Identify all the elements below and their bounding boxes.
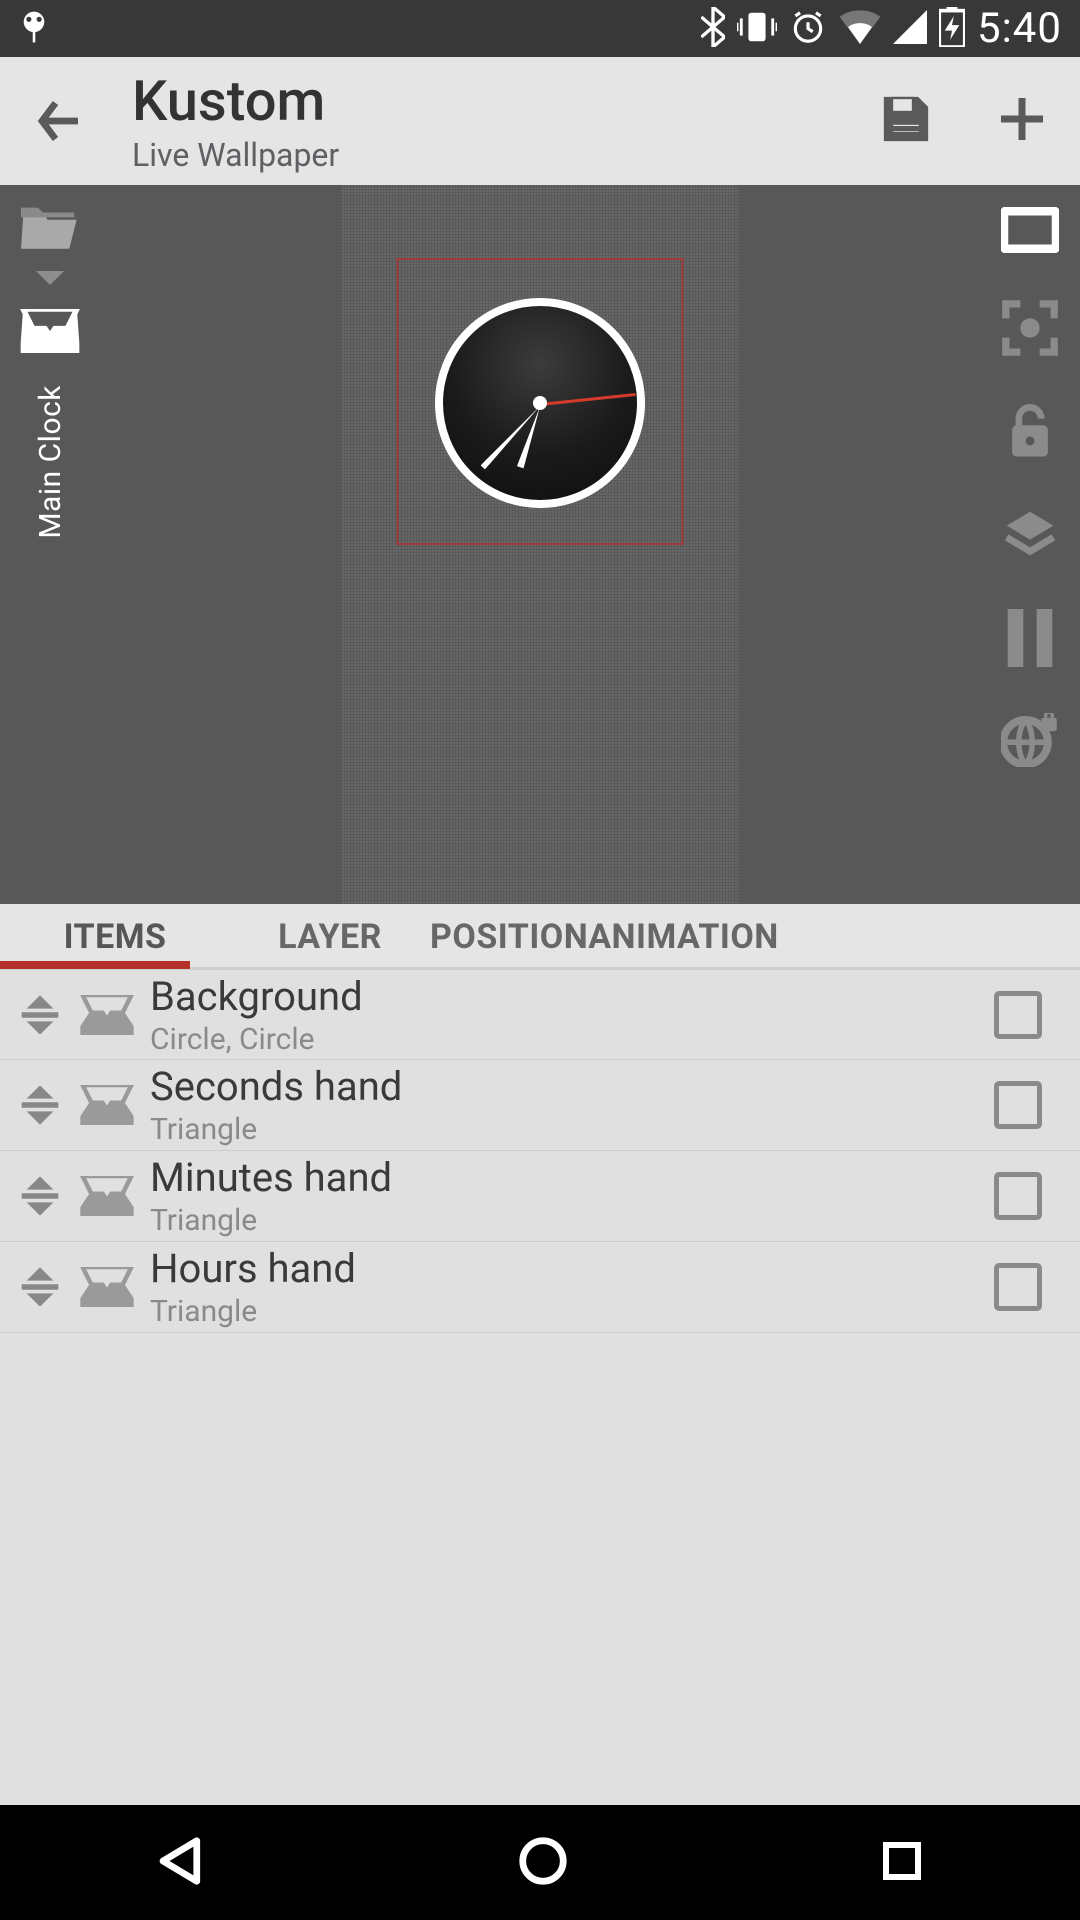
chevron-down-icon[interactable] (36, 271, 64, 291)
checkbox[interactable] (994, 1263, 1042, 1311)
nav-recent-button[interactable] (878, 1837, 926, 1889)
minute-hand (481, 404, 543, 470)
right-rail (980, 185, 1080, 904)
app-subtitle: Live Wallpaper (132, 136, 878, 174)
checkbox[interactable] (994, 1081, 1042, 1129)
open-folder-button[interactable] (21, 205, 79, 253)
pause-button[interactable] (1004, 609, 1056, 671)
wifi-icon (839, 10, 881, 48)
group-icon (74, 1267, 140, 1307)
group-icon[interactable] (20, 309, 80, 357)
list-item[interactable]: Minutes hand Triangle (0, 1151, 1080, 1242)
app-title: Kustom (132, 68, 878, 134)
list-item[interactable]: Background Circle, Circle (0, 969, 1080, 1060)
unlock-button[interactable] (1006, 403, 1054, 465)
save-button[interactable] (878, 91, 934, 151)
sort-handle-icon[interactable] (10, 1082, 70, 1128)
alarm-icon (789, 8, 827, 50)
android-statusbar: 5:40 (0, 0, 1080, 57)
signal-icon (893, 10, 927, 48)
group-icon (74, 1085, 140, 1125)
left-rail: Main Clock (0, 185, 100, 904)
tab-indicator (0, 961, 190, 969)
item-title: Seconds hand (150, 1063, 994, 1110)
breadcrumb-label[interactable]: Main Clock (33, 385, 68, 539)
list-item[interactable]: Hours hand Triangle (0, 1242, 1080, 1333)
focus-button[interactable] (1001, 299, 1059, 361)
back-button[interactable] (30, 91, 90, 151)
tab-items[interactable]: ITEMS (0, 917, 230, 957)
sort-handle-icon[interactable] (10, 992, 70, 1038)
group-icon (74, 1176, 140, 1216)
items-list: Background Circle, Circle Seconds hand T… (0, 969, 1080, 1339)
preview-area: Main Clock (0, 185, 1080, 904)
group-icon (74, 995, 140, 1035)
globe-lock-button[interactable] (1001, 713, 1059, 771)
item-subtitle: Triangle (150, 1203, 994, 1238)
tab-bar: ITEMS LAYER POSITION ANIMATION (0, 904, 1080, 969)
status-time: 5:40 (977, 4, 1062, 53)
checkbox[interactable] (994, 991, 1042, 1039)
android-navbar (0, 1805, 1080, 1920)
item-subtitle: Triangle (150, 1294, 994, 1329)
hour-hand (517, 405, 543, 468)
add-button[interactable] (994, 91, 1050, 151)
item-title: Hours hand (150, 1245, 994, 1292)
wallpaper-background (341, 185, 739, 904)
screen-toggle-button[interactable] (1001, 207, 1059, 257)
battery-charging-icon (939, 7, 965, 51)
checkbox[interactable] (994, 1172, 1042, 1220)
layers-button[interactable] (1002, 507, 1058, 567)
nav-back-button[interactable] (154, 1834, 208, 1892)
tab-animation[interactable]: ANIMATION (588, 917, 779, 957)
app-bar: Kustom Live Wallpaper (0, 57, 1080, 185)
second-hand (540, 393, 636, 406)
canvas[interactable] (100, 185, 980, 904)
clock-widget[interactable] (435, 298, 645, 508)
item-subtitle: Triangle (150, 1112, 994, 1147)
sort-handle-icon[interactable] (10, 1264, 70, 1310)
sort-handle-icon[interactable] (10, 1173, 70, 1219)
list-empty-space (0, 1339, 1080, 1805)
item-subtitle: Circle, Circle (150, 1022, 994, 1057)
item-title: Background (150, 973, 994, 1020)
item-title: Minutes hand (150, 1154, 994, 1201)
tab-layer[interactable]: LAYER (230, 917, 430, 957)
debug-icon (18, 9, 50, 49)
bluetooth-icon (701, 7, 725, 51)
tab-position[interactable]: POSITION (430, 917, 588, 957)
vibrate-icon (737, 9, 777, 49)
list-item[interactable]: Seconds hand Triangle (0, 1060, 1080, 1151)
clock-pivot (533, 396, 547, 410)
nav-home-button[interactable] (516, 1834, 570, 1892)
